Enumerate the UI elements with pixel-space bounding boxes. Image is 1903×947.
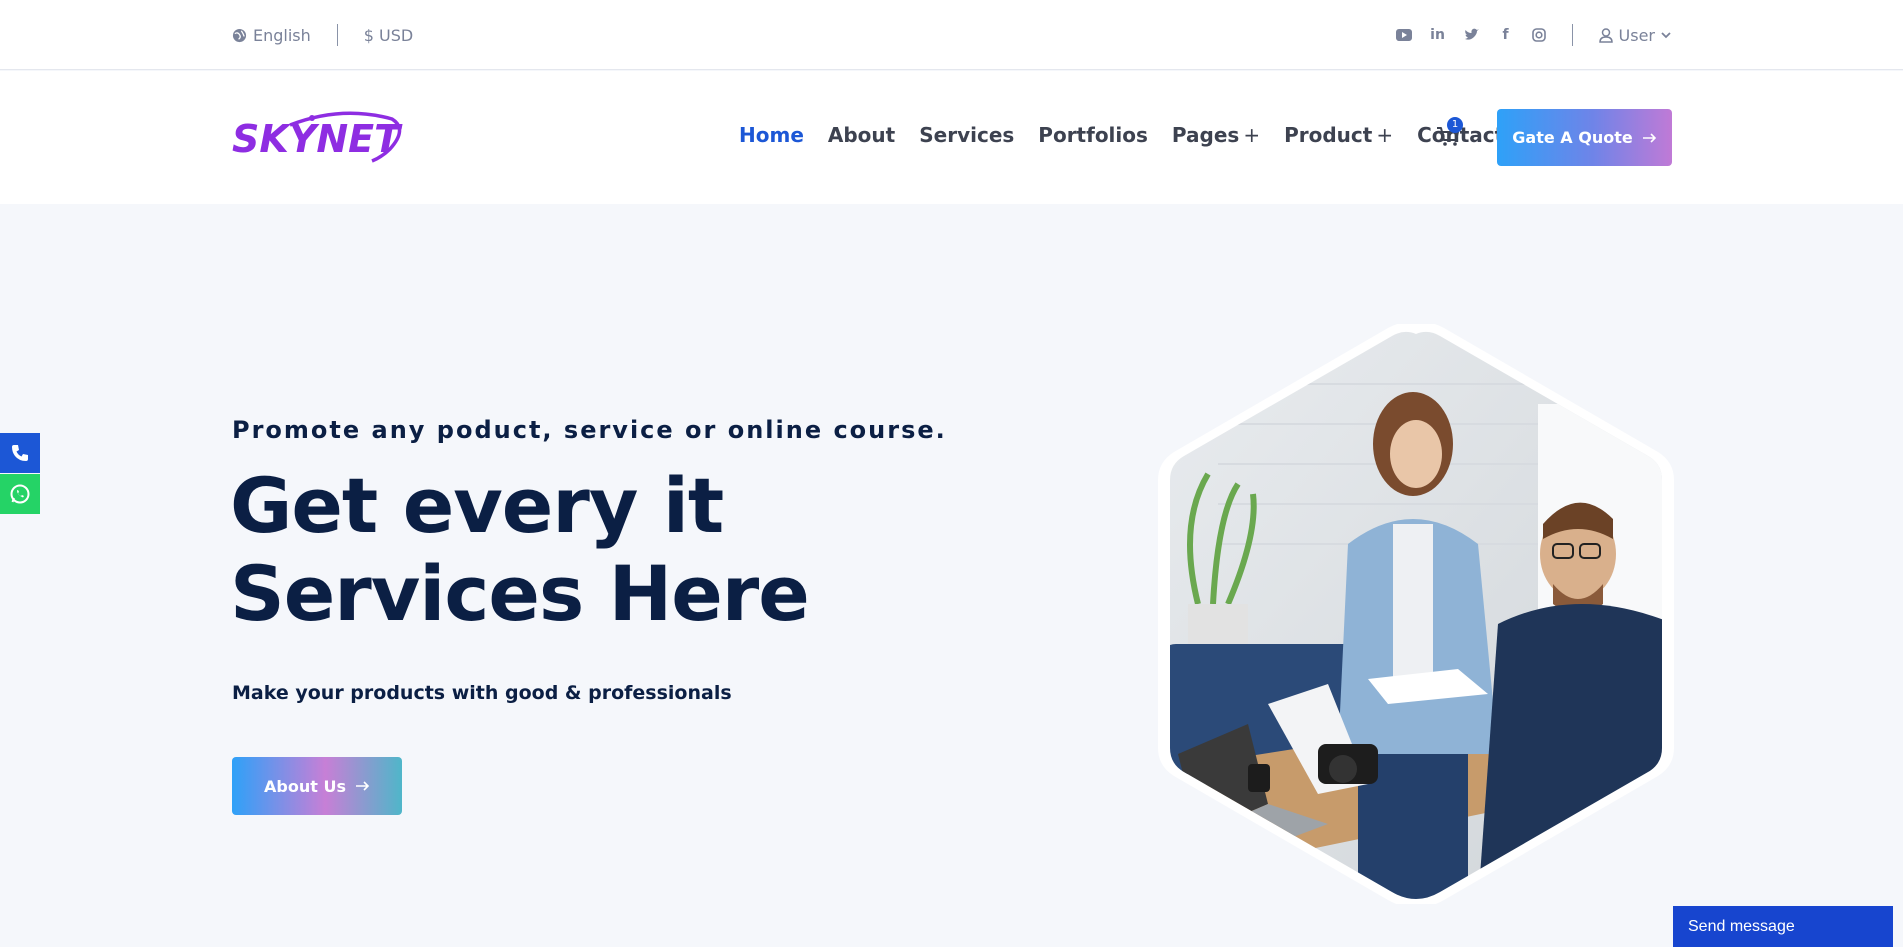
linkedin-icon[interactable]: in: [1430, 27, 1446, 43]
headline-line-1: Get every it: [230, 461, 724, 550]
divider: [1571, 24, 1573, 46]
main-header: SKYNET Home About Services Portfolios Pa…: [0, 71, 1903, 204]
nav-item-about[interactable]: About: [828, 123, 895, 147]
hero-section: Promote any poduct, service or online co…: [0, 204, 1903, 947]
hero-image: [1158, 324, 1674, 904]
globe-icon: [232, 28, 247, 42]
facebook-icon[interactable]: f: [1498, 27, 1514, 43]
logo-text: SKYNET: [232, 117, 401, 161]
arrow-right-icon: [355, 781, 370, 791]
language-label: English: [253, 25, 311, 45]
phone-icon: [12, 445, 28, 461]
send-message-label: Send message: [1688, 917, 1795, 935]
hero-subline: Make your products with good & professio…: [232, 682, 732, 704]
top-bar: English $ USD in f User: [0, 0, 1903, 70]
twitter-icon[interactable]: [1464, 28, 1480, 42]
site-logo[interactable]: SKYNET: [232, 109, 404, 167]
nav-item-services[interactable]: Services: [919, 123, 1014, 147]
whatsapp-button[interactable]: [0, 474, 40, 514]
currency-label: $ USD: [363, 25, 414, 45]
hero-tagline: Promote any poduct, service or online co…: [232, 416, 947, 444]
user-label: User: [1618, 25, 1655, 45]
nav-item-product[interactable]: Product +: [1284, 123, 1393, 147]
hero-headline: Get every it Services Here: [230, 461, 810, 638]
language-selector[interactable]: English: [232, 26, 311, 45]
quote-button-label: Gate A Quote: [1512, 128, 1633, 147]
headline-line-2: Services Here: [230, 549, 810, 638]
currency-selector[interactable]: $ USD: [364, 26, 413, 45]
send-message-button[interactable]: Send message: [1673, 906, 1893, 947]
get-quote-button[interactable]: Gate A Quote: [1497, 109, 1672, 166]
arrow-right-icon: [1642, 132, 1656, 143]
call-button[interactable]: [0, 433, 40, 473]
instagram-icon[interactable]: [1531, 28, 1546, 42]
main-nav: Home About Services Portfolios Pages + Pr…: [739, 123, 1504, 147]
user-icon: [1598, 27, 1613, 43]
whatsapp-icon: [10, 484, 30, 504]
nav-item-home[interactable]: Home: [739, 123, 804, 147]
user-menu[interactable]: User: [1598, 25, 1671, 45]
about-us-button[interactable]: About Us: [232, 757, 402, 815]
social-links: in f: [1395, 27, 1546, 43]
plus-icon: +: [1243, 123, 1261, 147]
about-button-label: About Us: [264, 776, 346, 796]
divider: [336, 24, 338, 46]
nav-item-pages[interactable]: Pages +: [1172, 123, 1260, 147]
nav-item-portfolios[interactable]: Portfolios: [1038, 123, 1148, 147]
plus-icon: +: [1376, 123, 1394, 147]
chevron-down-icon: [1661, 31, 1671, 38]
cart-count-badge: 1: [1447, 117, 1463, 133]
youtube-icon[interactable]: [1395, 29, 1412, 41]
